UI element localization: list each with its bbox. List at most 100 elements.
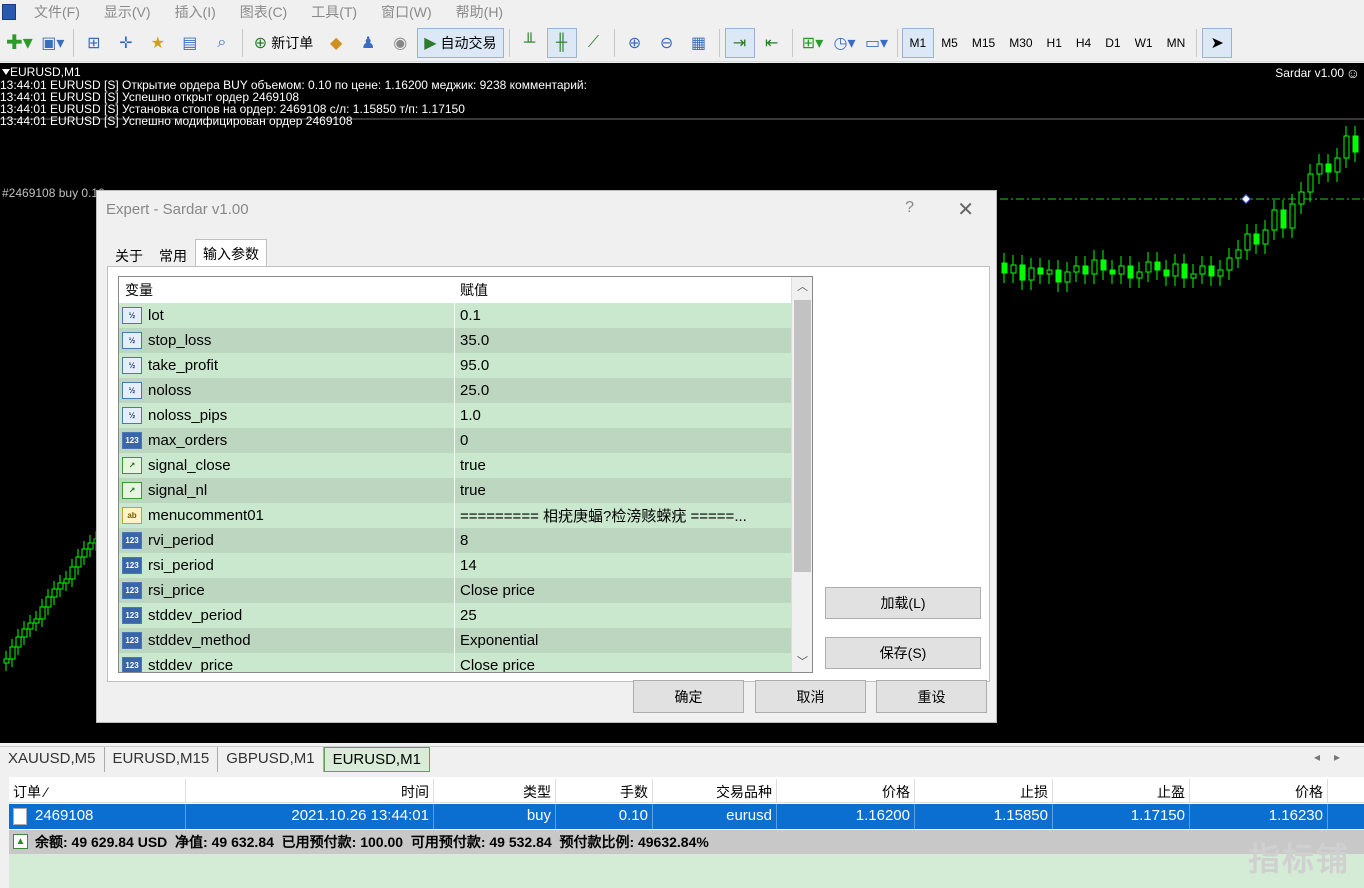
templates-icon[interactable]: ▭▾ bbox=[862, 28, 892, 58]
param-value[interactable]: 25.0 bbox=[455, 382, 791, 399]
table-row[interactable]: ↗ signal_close true bbox=[119, 453, 791, 478]
scroll-thumb[interactable] bbox=[794, 300, 811, 572]
chart-tab-eurusd-m15[interactable]: EURUSD,M15 bbox=[105, 747, 219, 772]
cursor-icon[interactable]: ➤ bbox=[1202, 27, 1233, 58]
crosshair-icon[interactable]: ✛ bbox=[111, 28, 141, 58]
table-row[interactable]: 123 stddev_price Close price bbox=[119, 653, 791, 672]
signals-icon[interactable]: ♟ bbox=[353, 28, 383, 58]
menu-window[interactable]: 窗口(W) bbox=[369, 2, 444, 22]
timeframe-h4[interactable]: H4 bbox=[1069, 28, 1098, 58]
col-time[interactable]: 时间 bbox=[186, 779, 434, 803]
table-row[interactable]: 123 stddev_period 25 bbox=[119, 603, 791, 628]
timeframe-h1[interactable]: H1 bbox=[1040, 28, 1069, 58]
auto-trading-button[interactable]: ▶ 自动交易 bbox=[417, 27, 504, 58]
table-row[interactable]: ½ noloss 25.0 bbox=[119, 378, 791, 403]
header-variable[interactable]: 变量 bbox=[119, 280, 455, 300]
zoom-out-icon[interactable]: ⊖ bbox=[652, 28, 682, 58]
timeframe-d1[interactable]: D1 bbox=[1098, 28, 1127, 58]
table-row[interactable]: ½ lot 0.1 bbox=[119, 303, 791, 328]
col-type[interactable]: 类型 bbox=[434, 779, 556, 803]
table-row[interactable]: ½ noloss_pips 1.0 bbox=[119, 403, 791, 428]
param-value[interactable]: 0 bbox=[455, 432, 791, 449]
chart-tab-xauusd-m5[interactable]: XAUUSD,M5 bbox=[0, 747, 105, 772]
param-value[interactable]: true bbox=[455, 457, 791, 474]
param-value[interactable]: 95.0 bbox=[455, 357, 791, 374]
chart-shift-icon[interactable]: ⇤ bbox=[757, 28, 787, 58]
table-row[interactable]: ½ stop_loss 35.0 bbox=[119, 328, 791, 353]
terminal-icon[interactable]: ▤ bbox=[175, 28, 205, 58]
timeframe-w1[interactable]: W1 bbox=[1128, 28, 1160, 58]
param-value[interactable]: Close price bbox=[455, 582, 791, 599]
col-price[interactable]: 价格 bbox=[777, 779, 915, 803]
param-value[interactable]: 25 bbox=[455, 607, 791, 624]
col-current-price[interactable]: 价格 bbox=[1190, 779, 1328, 803]
load-button[interactable]: 加载(L) bbox=[825, 587, 981, 619]
profiles-icon[interactable]: ▣▾ bbox=[38, 28, 68, 58]
menu-file[interactable]: 文件(F) bbox=[22, 2, 92, 22]
tab-scroll-arrows-icon[interactable]: ◂▸ bbox=[1314, 750, 1354, 764]
tab-common[interactable]: 常用 bbox=[151, 241, 195, 267]
param-value[interactable]: true bbox=[455, 482, 791, 499]
menu-tools[interactable]: 工具(T) bbox=[299, 2, 369, 22]
timeframe-m30[interactable]: M30 bbox=[1002, 28, 1039, 58]
candlestick-icon[interactable]: ╫ bbox=[546, 27, 577, 58]
scroll-up-icon[interactable]: ︿ bbox=[792, 277, 812, 297]
close-icon[interactable]: ✕ bbox=[957, 197, 974, 222]
bar-chart-icon[interactable]: ╨ bbox=[515, 28, 545, 58]
meta-editor-icon[interactable]: ◆ bbox=[321, 28, 351, 58]
table-row[interactable]: ab menucomment01 ========= 相疣庚蝠?检滂赅蝾疣 ====… bbox=[119, 503, 791, 528]
table-row[interactable]: 123 stddev_method Exponential bbox=[119, 628, 791, 653]
market-icon[interactable]: ◉ bbox=[385, 28, 415, 58]
line-chart-icon[interactable]: ⟋ bbox=[579, 28, 609, 58]
table-row[interactable]: ↗ signal_nl true bbox=[119, 478, 791, 503]
col-lots[interactable]: 手数 bbox=[556, 779, 653, 803]
menu-view[interactable]: 显示(V) bbox=[92, 2, 163, 22]
param-value[interactable]: 14 bbox=[455, 557, 791, 574]
table-row[interactable]: 123 rsi_price Close price bbox=[119, 578, 791, 603]
param-value[interactable]: ========= 相疣庚蝠?检滂赅蝾疣 =====... bbox=[455, 505, 791, 526]
param-value[interactable]: Close price bbox=[455, 657, 791, 672]
tester-icon[interactable]: ⌕ bbox=[207, 28, 237, 58]
param-value[interactable]: 35.0 bbox=[455, 332, 791, 349]
zoom-in-icon[interactable]: ⊕ bbox=[620, 28, 650, 58]
chart-tab-gbpusd-m1[interactable]: GBPUSD,M1 bbox=[218, 747, 324, 772]
param-value[interactable]: Exponential bbox=[455, 632, 791, 649]
order-line-label[interactable]: #2469108 buy 0.10 bbox=[2, 186, 105, 200]
col-order[interactable]: 订单 ⁄ bbox=[9, 779, 186, 803]
reset-button[interactable]: 重设 bbox=[876, 680, 987, 713]
table-row[interactable]: 123 rvi_period 8 bbox=[119, 528, 791, 553]
chart-tab-eurusd-m1[interactable]: EURUSD,M1 bbox=[323, 747, 430, 772]
timeframe-m5[interactable]: M5 bbox=[934, 28, 965, 58]
ok-button[interactable]: 确定 bbox=[633, 680, 744, 713]
indicators-icon[interactable]: ⊞▾ bbox=[798, 28, 828, 58]
timeframe-m15[interactable]: M15 bbox=[965, 28, 1002, 58]
param-value[interactable]: 0.1 bbox=[455, 307, 791, 324]
tile-windows-icon[interactable]: ▦ bbox=[684, 28, 714, 58]
tab-about[interactable]: 关于 bbox=[107, 241, 151, 267]
new-chart-icon[interactable]: ✚▾ bbox=[3, 28, 36, 58]
market-watch-icon[interactable]: ⊞ bbox=[79, 28, 109, 58]
navigator-icon[interactable]: ★ bbox=[143, 28, 173, 58]
menu-help[interactable]: 帮助(H) bbox=[444, 2, 515, 22]
param-value[interactable]: 8 bbox=[455, 532, 791, 549]
col-tp[interactable]: 止盈 bbox=[1053, 779, 1190, 803]
cancel-button[interactable]: 取消 bbox=[755, 680, 866, 713]
scroll-down-icon[interactable]: ﹀ bbox=[792, 652, 812, 672]
auto-scroll-icon[interactable]: ⇥ bbox=[724, 27, 755, 58]
header-value[interactable]: 赋值 bbox=[455, 280, 791, 300]
table-row[interactable]: 2469108 2021.10.26 13:44:01 buy 0.10 eur… bbox=[9, 804, 1364, 829]
timeframe-mn[interactable]: MN bbox=[1160, 28, 1193, 58]
menu-insert[interactable]: 插入(I) bbox=[163, 2, 228, 22]
table-row[interactable]: 123 max_orders 0 bbox=[119, 428, 791, 453]
help-icon[interactable]: ? bbox=[905, 199, 914, 217]
col-symbol[interactable]: 交易品种 bbox=[653, 779, 777, 803]
table-row[interactable]: 123 rsi_period 14 bbox=[119, 553, 791, 578]
tab-inputs[interactable]: 输入参数 bbox=[195, 239, 267, 267]
save-button[interactable]: 保存(S) bbox=[825, 637, 981, 669]
timeframe-m1[interactable]: M1 bbox=[901, 27, 935, 58]
table-row[interactable]: ½ take_profit 95.0 bbox=[119, 353, 791, 378]
col-sl[interactable]: 止损 bbox=[915, 779, 1053, 803]
grid-scrollbar[interactable]: ︿ ﹀ bbox=[791, 277, 812, 672]
menu-chart[interactable]: 图表(C) bbox=[228, 2, 299, 22]
new-order-button[interactable]: ⊕ 新订单 bbox=[248, 28, 319, 58]
